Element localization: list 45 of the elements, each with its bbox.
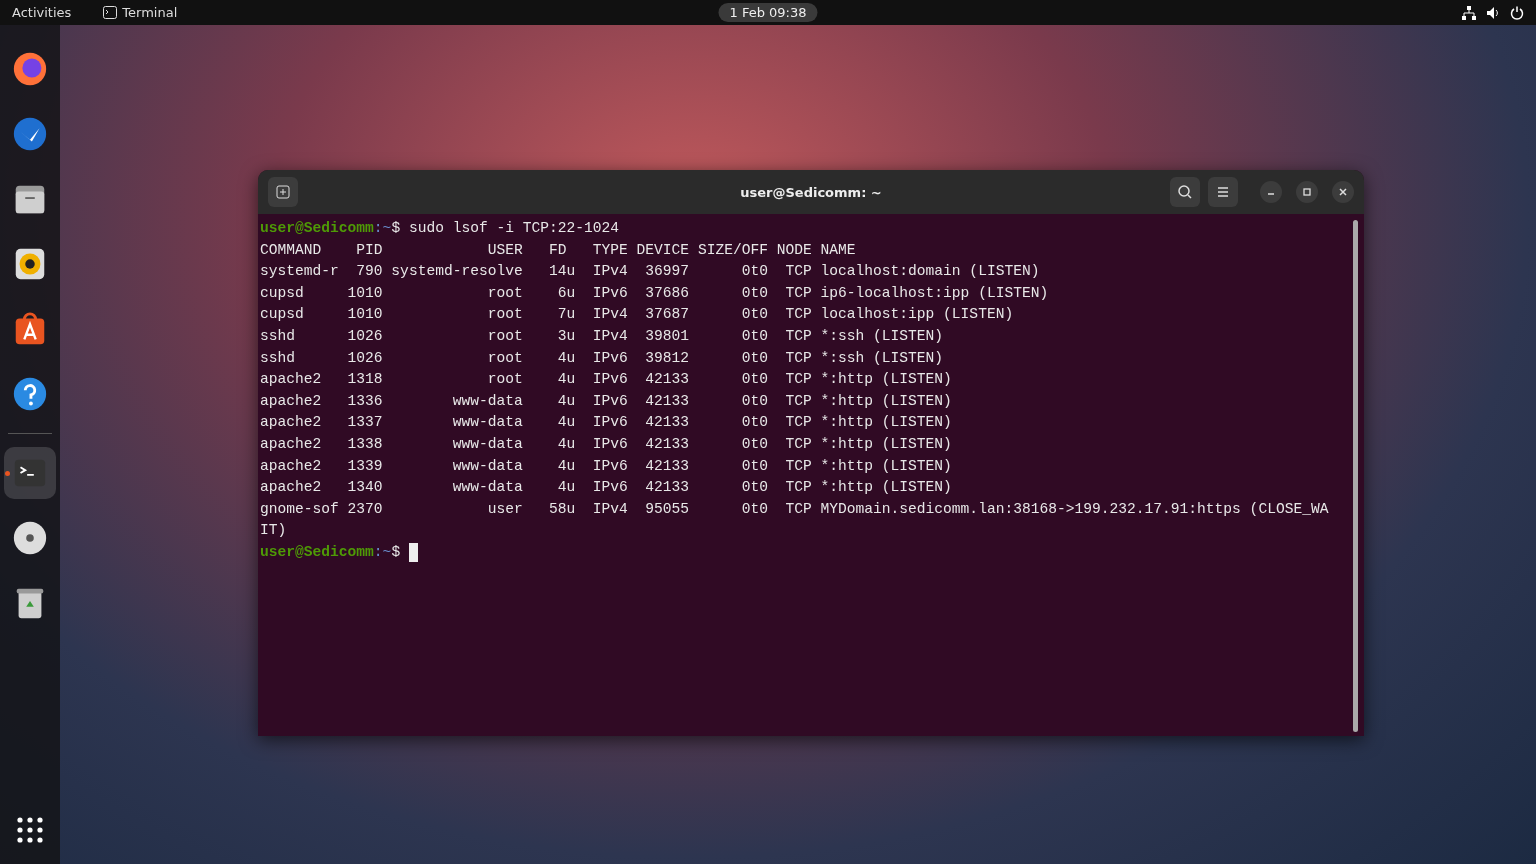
help-icon (11, 375, 49, 413)
close-icon (1338, 187, 1348, 197)
network-icon[interactable] (1462, 5, 1476, 20)
output-line: IT) (260, 521, 288, 541)
menu-button[interactable] (1208, 177, 1238, 207)
close-button[interactable] (1332, 181, 1354, 203)
power-icon[interactable] (1510, 5, 1524, 20)
terminal-icon (103, 6, 118, 19)
output-line: apache2 1337 www-data 4u IPv6 42133 0t0 TCP *:http (LISTEN) (260, 413, 953, 433)
minimize-button[interactable] (1260, 181, 1282, 203)
output-line: sshd 1026 root 4u IPv6 39812 0t0 TCP *:ssh (LISTEN) (260, 348, 945, 368)
output-line: systemd-r 790 systemd-resolve 14u IPv4 36997 0t0 TCP localhost:domain (LISTEN) (260, 262, 1041, 282)
output-line: gnome-sof 2370 user 58u IPv4 95055 0t0 TCP MYDomain.sedicomm.lan:38168->199.232.17.91:https (CLOSE_WA (260, 499, 1330, 519)
output-line: cupsd 1010 root 6u IPv6 37686 0t0 TCP ip6-localhost:ipp (LISTEN) (260, 283, 1050, 303)
app-menu[interactable]: Terminal (103, 5, 178, 20)
maximize-button[interactable] (1296, 181, 1318, 203)
prompt-path: :~ (373, 219, 392, 238)
bird-envelope-icon (11, 115, 49, 153)
volume-icon[interactable] (1486, 5, 1500, 20)
maximize-icon (1302, 187, 1312, 197)
search-icon (1177, 184, 1193, 200)
running-dot (5, 471, 10, 476)
scrollbar[interactable] (1353, 220, 1358, 732)
output-line: apache2 1338 www-data 4u IPv6 42133 0t0 TCP *:http (LISTEN) (260, 434, 953, 454)
clock-button[interactable]: 1 Feb 09:38 (718, 3, 818, 22)
new-tab-button[interactable] (268, 177, 298, 207)
command-text: $ (391, 542, 402, 562)
prompt-user-host: user@Sedicomm (260, 542, 374, 562)
disc-icon (11, 519, 49, 557)
output-line: apache2 1336 www-data 4u IPv6 42133 0t0 TCP *:http (LISTEN) (260, 391, 953, 411)
output-line: sshd 1026 root 3u IPv4 39801 0t0 TCP *:ssh (LISTEN) (260, 326, 945, 346)
command-text: $ sudo lsof -i TCP:22-1024 (391, 219, 620, 238)
fox-globe-icon (11, 50, 49, 88)
activities-button[interactable]: Activities (12, 5, 72, 20)
new-tab-icon (276, 185, 290, 199)
search-button[interactable] (1170, 177, 1200, 207)
window-title: user@Sedicomm: ~ (740, 184, 882, 200)
output-line: cupsd 1010 root 7u IPv4 37687 0t0 TCP localhost:ipp (LISTEN) (260, 305, 1015, 325)
prompt-path: :~ (373, 542, 392, 562)
output-line: COMMAND PID USER FD TYPE DEVICE SIZE/OFF NODE NAME (260, 240, 857, 260)
prompt-user-host: user@Sedicomm (260, 219, 374, 238)
output-line: apache2 1340 www-data 4u IPv6 42133 0t0 TCP *:http (LISTEN) (260, 478, 953, 498)
output-line: apache2 1339 www-data 4u IPv6 42133 0t0 TCP *:http (LISTEN) (260, 456, 953, 476)
output-line: apache2 1318 root 4u IPv6 42133 0t0 TCP *:http (LISTEN) (260, 370, 953, 390)
menu-icon (1216, 186, 1230, 198)
